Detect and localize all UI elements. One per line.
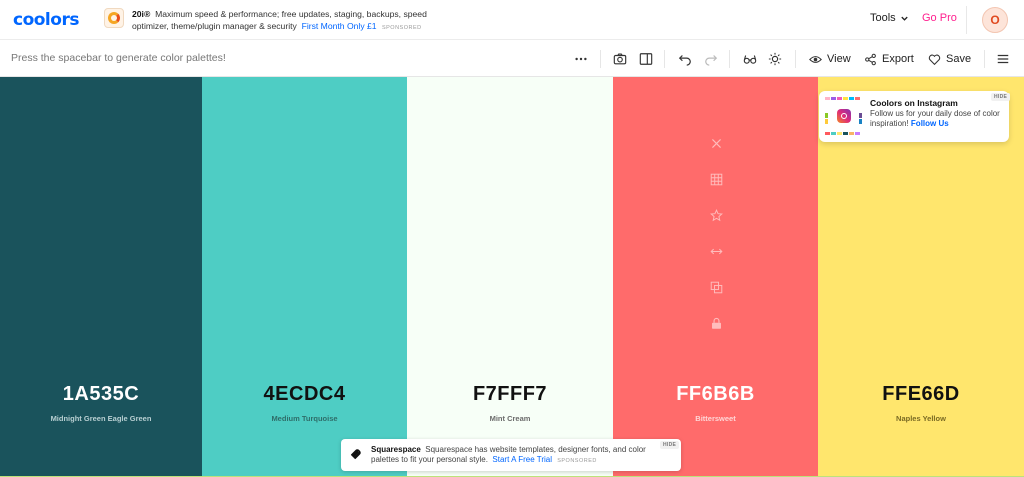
hamburger-menu-icon[interactable]	[994, 50, 1012, 68]
lock-icon[interactable]	[708, 315, 724, 331]
swatch-color-name: Mint Cream	[489, 414, 531, 423]
more-options-icon[interactable]	[572, 50, 590, 68]
copy-icon[interactable]	[708, 279, 724, 295]
export-button[interactable]: Export	[864, 50, 914, 68]
coolors-logo[interactable]: coolors	[13, 10, 79, 30]
follow-us-link[interactable]: Follow Us	[911, 119, 949, 128]
instagram-promo-card[interactable]: Coolors on Instagram Follow us for your …	[819, 91, 1011, 142]
eye-icon	[809, 55, 822, 63]
save-button[interactable]: Save	[928, 50, 971, 68]
view-button[interactable]: View	[809, 50, 851, 68]
squarespace-ad[interactable]: Squarespace Squarespace has website temp…	[341, 439, 681, 471]
drag-arrows-icon[interactable]	[708, 243, 724, 259]
brightness-icon[interactable]	[766, 50, 784, 68]
header-divider	[966, 6, 967, 34]
glasses-icon[interactable]	[741, 50, 759, 68]
share-icon	[865, 53, 876, 65]
instagram-card-body: Follow us for your daily dose of color i…	[870, 109, 1000, 129]
avatar[interactable]: O	[982, 7, 1008, 33]
sponsored-label: SPONSORED	[381, 25, 422, 31]
toolbar-divider	[795, 50, 796, 68]
swatch-hex[interactable]: FF6B6B	[613, 383, 818, 406]
save-label: Save	[946, 53, 972, 65]
swatch-4[interactable]: FF6B6B Bittersweet	[613, 77, 818, 476]
instagram-palette-thumbnail	[825, 97, 863, 135]
swatch-color-name: Midnight Green Eagle Green	[50, 414, 152, 423]
swatch-hex[interactable]: F7FFF7	[407, 383, 613, 406]
swatch-1[interactable]: 1A535C Midnight Green Eagle Green	[0, 77, 202, 476]
swatch-color-name: Medium Turquoise	[271, 414, 338, 423]
undo-icon[interactable]	[676, 50, 694, 68]
squarespace-logo-icon	[350, 449, 361, 460]
redo-icon[interactable]	[702, 50, 720, 68]
swatch-color-name: Bittersweet	[695, 414, 736, 423]
swatch-color-name: Naples Yellow	[896, 414, 946, 423]
swatch-hex[interactable]: 4ECDC4	[202, 383, 407, 406]
start-free-trial-link[interactable]: Start A Free Trial	[492, 455, 552, 464]
swatch-3[interactable]: F7FFF7 Mint Cream	[407, 77, 613, 476]
tools-label: Tools	[870, 12, 896, 24]
tools-menu[interactable]: Tools	[870, 12, 909, 24]
close-icon[interactable]	[708, 135, 724, 151]
20i-logo-icon	[104, 8, 124, 28]
squarespace-brand: Squarespace	[371, 445, 421, 454]
view-label: View	[827, 53, 851, 65]
swatch-hex[interactable]: FFE66D	[818, 383, 1024, 406]
swatch-2[interactable]: 4ECDC4 Medium Turquoise	[202, 77, 407, 476]
sponsored-label: SPONSORED	[557, 458, 597, 464]
hide-button[interactable]: HIDE	[991, 93, 1011, 101]
app-header: coolors 20i® Maximum speed & performance…	[0, 0, 1024, 40]
camera-icon[interactable]	[611, 50, 629, 68]
side-panel-icon[interactable]	[637, 50, 655, 68]
toolbar-divider	[600, 50, 601, 68]
chevron-down-icon	[901, 16, 908, 21]
toolbar-divider	[664, 50, 665, 68]
ad-text: 20i® Maximum speed & performance; free u…	[132, 8, 434, 34]
hide-button[interactable]: HIDE	[660, 441, 680, 449]
toolbar-divider	[984, 50, 985, 68]
toolbar-divider	[729, 50, 730, 68]
ad-cta-link[interactable]: First Month Only £1	[302, 21, 377, 31]
swatch-hex[interactable]: 1A535C	[0, 383, 202, 406]
export-label: Export	[882, 53, 914, 65]
squarespace-ad-text: Squarespace Squarespace has website temp…	[371, 445, 671, 466]
heart-icon	[928, 54, 941, 65]
instagram-card-title: Coolors on Instagram	[870, 98, 958, 108]
go-pro-link[interactable]: Go Pro	[922, 12, 957, 24]
swatch-tools	[708, 135, 724, 331]
spacebar-hint: Press the spacebar to generate color pal…	[11, 52, 226, 64]
sponsored-ad-20i[interactable]: 20i® Maximum speed & performance; free u…	[104, 8, 434, 34]
ad-brand: 20i®	[132, 9, 151, 19]
star-icon[interactable]	[708, 207, 724, 223]
grid-icon[interactable]	[708, 171, 724, 187]
palette-toolbar: Press the spacebar to generate color pal…	[0, 40, 1024, 77]
instagram-icon	[837, 109, 851, 123]
